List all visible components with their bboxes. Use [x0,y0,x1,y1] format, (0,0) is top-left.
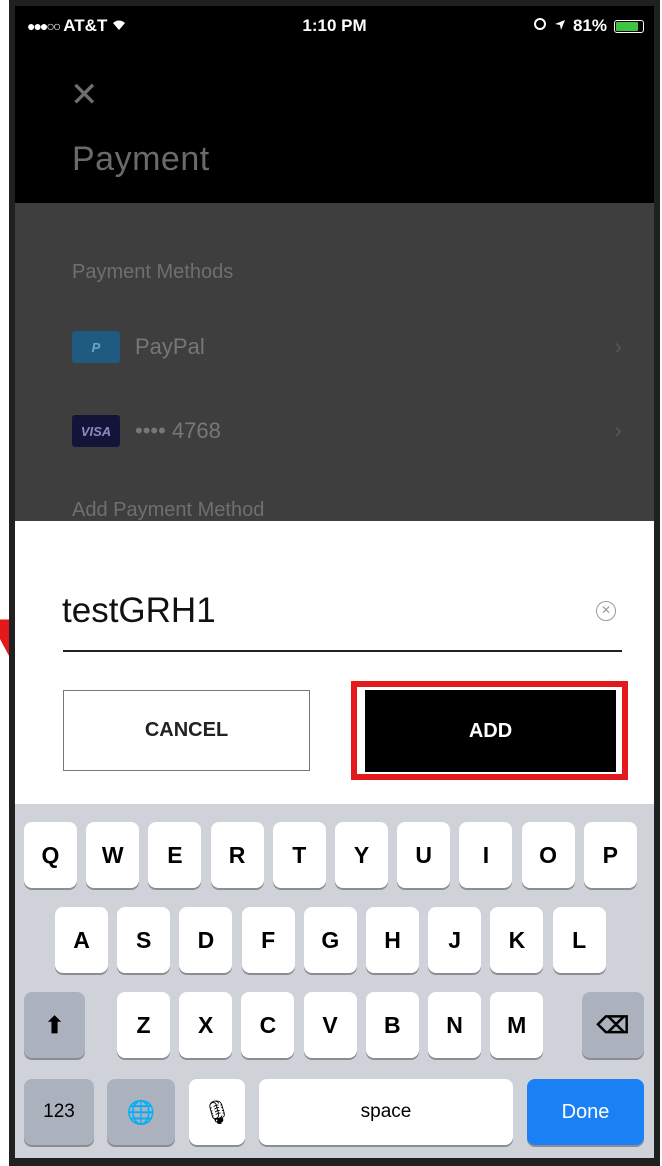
payment-method-row[interactable]: VISA •••• 4768 › [15,401,654,461]
numbers-key[interactable]: 123 [24,1079,94,1145]
globe-icon[interactable]: 🌐 [107,1079,175,1145]
key-e[interactable]: E [148,822,202,888]
key-s[interactable]: S [117,907,171,973]
promo-code-dialog: ✕ CANCEL ADD [15,521,654,804]
orientation-lock-icon [533,16,547,36]
status-bar: ●●●○○ AT&T 1:10 PM 81% [15,6,654,46]
page-title: Payment [72,140,210,178]
add-payment-method-label[interactable]: Add Payment Method [72,499,264,522]
key-l[interactable]: L [552,907,606,973]
key-f[interactable]: F [241,907,295,973]
key-v[interactable]: V [303,992,357,1058]
paypal-icon: P [72,331,120,363]
done-key[interactable]: Done [527,1079,644,1145]
location-icon [554,16,566,36]
key-m[interactable]: M [490,992,544,1058]
screen: ●●●○○ AT&T 1:10 PM 81% ✕ Payment Payment… [15,6,654,1158]
clear-input-icon[interactable]: ✕ [596,601,616,621]
status-right: 81% [533,16,644,36]
chevron-right-icon: › [614,417,622,444]
key-b[interactable]: B [365,992,419,1058]
close-icon[interactable]: ✕ [70,78,104,112]
key-t[interactable]: T [272,822,326,888]
key-i[interactable]: I [459,822,513,888]
key-y[interactable]: Y [335,822,388,888]
key-k[interactable]: K [490,907,544,973]
key-x[interactable]: X [179,992,233,1058]
nav-header: ✕ Payment [15,46,654,203]
section-title: Payment Methods [72,261,234,283]
key-j[interactable]: J [428,907,482,973]
key-d[interactable]: D [179,907,233,973]
key-u[interactable]: U [397,822,451,888]
payment-method-label: •••• 4768 [135,418,221,443]
input-underline [63,650,622,652]
key-p[interactable]: P [583,822,637,888]
key-g[interactable]: G [303,907,357,973]
shift-key[interactable]: ⬆ [24,992,85,1058]
key-q[interactable]: Q [24,822,77,888]
key-h[interactable]: H [366,907,419,973]
payment-method-row[interactable]: P PayPal › [15,317,654,377]
key-c[interactable]: C [241,992,295,1058]
add-button[interactable]: ADD [365,690,616,772]
payment-method-label: PayPal [135,334,205,359]
chevron-right-icon: › [614,333,622,360]
key-r[interactable]: R [210,822,264,888]
keyboard: QWERTYUIOP ASDFGHJKL ⬆ ⌫ ZXCVBNM 123 🌐 🎙… [15,804,654,1158]
key-n[interactable]: N [428,992,481,1058]
key-w[interactable]: W [86,822,140,888]
code-input[interactable] [62,587,567,635]
visa-icon: VISA [72,415,120,447]
battery-percent: 81% [572,16,607,35]
battery-icon [614,19,644,33]
cancel-button[interactable]: CANCEL [63,690,310,771]
phone-frame: ●●●○○ AT&T 1:10 PM 81% ✕ Payment Payment… [9,0,660,1166]
key-o[interactable]: O [521,822,575,888]
space-key[interactable]: space [259,1079,513,1145]
payment-content: Payment Methods P PayPal › VISA •••• 476… [15,203,654,533]
key-z[interactable]: Z [117,992,170,1058]
key-a[interactable]: A [55,907,108,973]
microphone-icon[interactable]: 🎙 [189,1079,245,1145]
backspace-key[interactable]: ⌫ [582,992,644,1058]
